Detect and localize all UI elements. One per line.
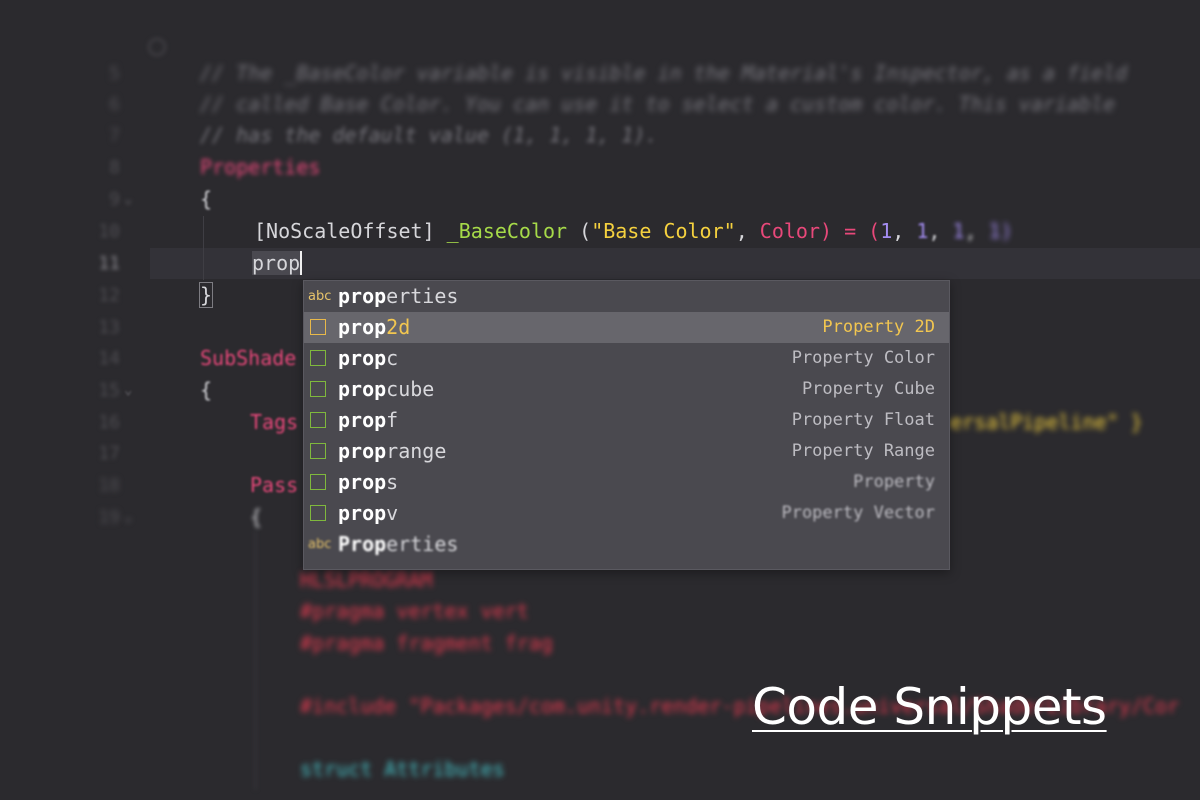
suggestion-label: proprange bbox=[338, 439, 447, 463]
fold-chevron-icon[interactable]: ⌄ bbox=[124, 375, 132, 406]
suggestion-detail: Property Cube bbox=[801, 379, 935, 399]
caption-title: Code Snippets bbox=[752, 678, 1107, 736]
suggestion-label: propcube bbox=[338, 377, 435, 401]
suggestion-label: propv bbox=[338, 501, 399, 525]
subshader-keyword: SubShade bbox=[200, 346, 297, 370]
number-token: 1 bbox=[916, 219, 929, 243]
suggestion-label: props bbox=[338, 470, 399, 494]
text-caret bbox=[300, 251, 303, 275]
close-brace: } bbox=[198, 280, 214, 311]
open-brace: { bbox=[200, 187, 213, 211]
typed-text: prop bbox=[252, 251, 301, 275]
fold-toggle-icon[interactable] bbox=[148, 38, 166, 56]
snippet-icon bbox=[310, 350, 326, 366]
suggestion-label: Properties bbox=[338, 532, 459, 556]
suggestion-detail: Property 2D bbox=[822, 317, 935, 337]
line-number: 16 bbox=[98, 412, 120, 433]
matched-brace: } bbox=[198, 282, 214, 308]
string-token: "Base Color" bbox=[591, 219, 736, 243]
current-line-number: 11 bbox=[98, 253, 120, 274]
suggestion-item[interactable]: propf Property Float bbox=[304, 405, 949, 436]
pass-keyword: Pass bbox=[250, 473, 299, 497]
snippet-icon bbox=[310, 443, 326, 459]
code-line: struct Attributes bbox=[300, 757, 505, 781]
code-comment: // has the default value (1, 1, 1, 1). bbox=[200, 123, 658, 147]
line-number: 17 bbox=[98, 443, 120, 464]
punctuation: , bbox=[928, 219, 953, 243]
current-line-highlight bbox=[150, 248, 1200, 279]
indent-guide bbox=[203, 216, 204, 280]
open-brace: { bbox=[200, 378, 213, 402]
suggestion-label: prop2d bbox=[338, 315, 411, 339]
suggestion-item[interactable]: abc properties bbox=[304, 281, 949, 312]
type-token: Color bbox=[759, 219, 820, 243]
suggestion-label: propf bbox=[338, 408, 399, 432]
autocomplete-popup[interactable]: abc properties prop2d Property 2D propc … bbox=[303, 280, 950, 570]
line-number: 6 bbox=[109, 94, 120, 115]
punctuation: ( bbox=[567, 219, 592, 243]
suggestion-detail: Property Color bbox=[791, 348, 935, 368]
line-number: 18 bbox=[98, 475, 120, 496]
tags-value-tail: ersalPipeline" } bbox=[950, 410, 1143, 434]
snippet-icon bbox=[310, 412, 326, 428]
line-number: 12 bbox=[98, 285, 120, 306]
suggestion-item[interactable]: propcube Property Cube bbox=[304, 374, 949, 405]
punctuation: , bbox=[735, 219, 760, 243]
line-number: 5 bbox=[109, 63, 120, 84]
line-number: 7 bbox=[109, 125, 120, 146]
suggestion-detail: Property Float bbox=[791, 410, 935, 430]
suggestion-item[interactable]: propv Property Vector bbox=[304, 498, 949, 529]
suggestion-item[interactable]: abc Properties bbox=[304, 529, 949, 560]
line-number: 13 bbox=[98, 317, 120, 338]
code-comment: // called Base Color. You can use it to … bbox=[200, 92, 1116, 116]
property-declaration: [NoScaleOffset] _BaseColor ("Base Color"… bbox=[254, 216, 1013, 247]
identifier-token: _BaseColor bbox=[446, 219, 568, 243]
snippet-icon bbox=[310, 474, 326, 490]
abc-text-icon: abc bbox=[308, 289, 332, 304]
number-token: 1 bbox=[880, 219, 893, 243]
snippet-icon bbox=[310, 319, 326, 335]
properties-keyword: Properties bbox=[200, 155, 321, 179]
punctuation: , bbox=[892, 219, 917, 243]
suggestion-label: propc bbox=[338, 346, 399, 370]
suggestion-item-selected[interactable]: prop2d Property 2D bbox=[304, 312, 949, 343]
line-number: 8 bbox=[109, 157, 120, 178]
number-token: 1 bbox=[952, 219, 965, 243]
number-token: 1) bbox=[988, 219, 1013, 243]
line-number: 10 bbox=[98, 221, 120, 242]
abc-text-icon: abc bbox=[308, 537, 332, 552]
code-editor[interactable]: 5 6 7 8 9 ⌄ 10 11 12 13 14 15 ⌄ 16 17 18… bbox=[0, 0, 1200, 800]
tags-keyword: Tags bbox=[250, 410, 299, 434]
line-number: 19 bbox=[98, 507, 120, 528]
line-number: 9 bbox=[109, 189, 120, 210]
suggestion-detail: Property bbox=[853, 472, 935, 492]
line-number: 15 bbox=[98, 380, 120, 401]
punctuation: , bbox=[964, 219, 989, 243]
punctuation: ) = ( bbox=[820, 219, 881, 243]
suggestion-item[interactable]: propc Property Color bbox=[304, 343, 949, 374]
typed-input-line[interactable]: prop bbox=[252, 248, 303, 279]
code-comment: // The _BaseColor variable is visible in… bbox=[200, 61, 1128, 85]
indent-guide bbox=[255, 530, 256, 790]
suggestion-detail: Property Range bbox=[791, 441, 935, 461]
line-number: 14 bbox=[98, 348, 120, 369]
fold-chevron-icon[interactable]: ⌄ bbox=[124, 184, 132, 215]
open-brace: { bbox=[250, 505, 263, 529]
suggestion-label: properties bbox=[338, 284, 459, 308]
suggestion-item[interactable]: proprange Property Range bbox=[304, 436, 949, 467]
line-number-gutter: 5 6 7 8 9 ⌄ 10 11 12 13 14 15 ⌄ 16 17 18… bbox=[0, 0, 166, 800]
suggestion-detail: Property Vector bbox=[781, 503, 935, 523]
snippet-icon bbox=[310, 505, 326, 521]
fold-chevron-icon[interactable]: ⌄ bbox=[124, 502, 132, 533]
suggestion-item[interactable]: props Property bbox=[304, 467, 949, 498]
attribute-token: [NoScaleOffset] bbox=[254, 219, 435, 243]
snippet-icon bbox=[310, 381, 326, 397]
